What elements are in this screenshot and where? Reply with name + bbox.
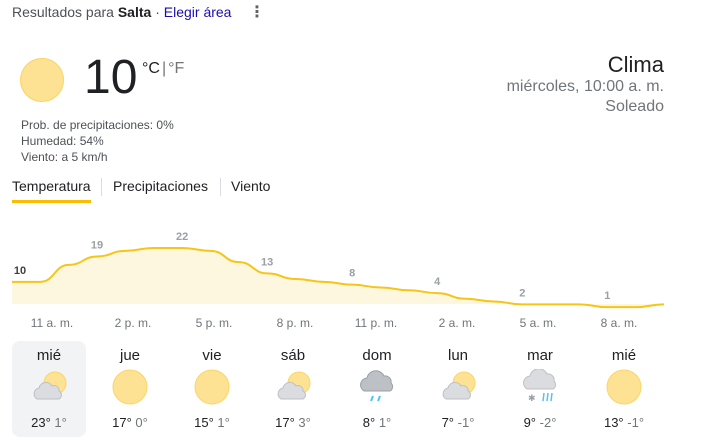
day-high: 23° bbox=[31, 415, 51, 430]
chart-value-label: 13 bbox=[261, 256, 273, 268]
day-name: mié bbox=[36, 347, 62, 364]
partly-cloudy-icon bbox=[440, 369, 476, 405]
current-temperature: 10 bbox=[84, 51, 138, 104]
day-name: lun bbox=[447, 347, 469, 364]
day-high: 17° bbox=[275, 415, 295, 430]
day-low: 1° bbox=[378, 415, 392, 430]
day-temps: 23° 1° bbox=[12, 415, 86, 430]
wind-speed: Viento: a 5 km/h bbox=[21, 150, 108, 164]
chart-value-label: 4 bbox=[434, 276, 441, 288]
day-temps: 17° 0° bbox=[93, 415, 167, 430]
tab-divider bbox=[101, 178, 102, 196]
day-low: -1° bbox=[457, 415, 475, 430]
sun-icon bbox=[112, 369, 148, 405]
day-card-0[interactable]: mié 23° 1° bbox=[12, 341, 86, 437]
day-temps: 15° 1° bbox=[175, 415, 249, 430]
partly-cloudy-icon bbox=[275, 369, 311, 405]
day-low: 1° bbox=[217, 415, 230, 430]
day-name: jue bbox=[119, 347, 141, 364]
day-name: mar bbox=[527, 347, 553, 364]
day-card-2[interactable]: vie 15° 1° bbox=[175, 341, 249, 437]
svg-text:✱: ✱ bbox=[528, 393, 536, 403]
day-high: 15° bbox=[194, 415, 214, 430]
temperature-area bbox=[12, 248, 664, 308]
time-tick-label: 11 p. m. bbox=[354, 316, 398, 330]
tab-divider bbox=[220, 178, 221, 196]
day-temps: 13° -1° bbox=[587, 415, 661, 430]
day-name: vie bbox=[202, 347, 222, 364]
location-name: Salta bbox=[117, 4, 152, 20]
time-tick-label: 2 a. m. bbox=[438, 316, 476, 330]
day-high: 8° bbox=[362, 415, 376, 430]
tab-temperature[interactable]: Temperatura bbox=[12, 178, 91, 203]
partly-cloudy-icon bbox=[31, 369, 67, 405]
precipitation-probability: Prob. de precipitaciones: 0% bbox=[21, 118, 174, 132]
rain-icon bbox=[359, 369, 395, 405]
day-card-3[interactable]: sáb 17° 3° bbox=[256, 341, 330, 437]
day-high: 17° bbox=[112, 415, 132, 430]
time-tick-label: 8 a. m. bbox=[600, 316, 638, 330]
choose-area-link[interactable]: Elegir área bbox=[164, 4, 232, 20]
day-card-7[interactable]: mié 13° -1° bbox=[587, 341, 661, 437]
time-tick-label: 11 a. m. bbox=[30, 316, 74, 330]
day-high: 9° bbox=[523, 415, 537, 430]
day-low: -1° bbox=[627, 415, 645, 430]
results-header: Resultados para Salta · Elegir área bbox=[12, 4, 231, 20]
humidity: Humedad: 54% bbox=[21, 134, 104, 148]
current-datetime: miércoles, 10:00 a. m. bbox=[506, 78, 664, 95]
unit-fahrenheit-button[interactable]: °F bbox=[168, 60, 184, 77]
day-name: mié bbox=[611, 347, 637, 364]
day-card-6[interactable]: mar ✱ 9° -2° bbox=[503, 341, 577, 437]
sun-icon bbox=[606, 369, 642, 405]
chart-value-label: 19 bbox=[91, 239, 103, 251]
day-name: dom bbox=[362, 347, 392, 364]
day-temps: 7° -1° bbox=[421, 415, 495, 430]
sun-icon bbox=[20, 58, 64, 102]
day-card-1[interactable]: jue 17° 0° bbox=[93, 341, 167, 437]
time-tick-label: 5 a. m. bbox=[519, 316, 557, 330]
day-temps: 8° 1° bbox=[340, 415, 414, 430]
time-tick-label: 5 p. m. bbox=[195, 316, 233, 330]
day-low: 3° bbox=[298, 415, 311, 430]
separator: · bbox=[155, 4, 160, 20]
time-tick-label: 2 p. m. bbox=[114, 316, 152, 330]
unit-toggle: °C | °F bbox=[142, 60, 184, 78]
weather-title: Clima bbox=[607, 52, 664, 77]
results-prefix: Resultados para bbox=[12, 4, 114, 20]
current-condition: Soleado bbox=[605, 98, 664, 115]
chart-value-label: 2 bbox=[519, 287, 525, 299]
day-card-4[interactable]: dom 8° 1° bbox=[340, 341, 414, 437]
snow-rain-icon: ✱ bbox=[522, 368, 558, 405]
time-tick-label: 8 p. m. bbox=[276, 316, 314, 330]
tab-precipitation[interactable]: Precipitaciones bbox=[113, 178, 208, 200]
day-temps: 9° -2° bbox=[503, 415, 577, 430]
unit-celsius-button[interactable]: °C bbox=[142, 60, 160, 77]
day-high: 13° bbox=[603, 415, 624, 430]
day-name: sáb bbox=[280, 347, 306, 364]
day-low: 1° bbox=[54, 415, 67, 430]
day-low: -2° bbox=[539, 415, 557, 430]
chart-value-label: 8 bbox=[349, 268, 355, 280]
chart-value-label: 1 bbox=[604, 290, 610, 302]
tab-wind[interactable]: Viento bbox=[231, 178, 270, 200]
day-temps: 17° 3° bbox=[256, 415, 330, 430]
day-card-5[interactable]: lun 7° -1° bbox=[421, 341, 495, 437]
unit-separator: | bbox=[161, 60, 167, 77]
chart-value-label: 10 bbox=[14, 265, 26, 277]
day-low: 0° bbox=[135, 415, 148, 430]
more-vert-icon[interactable]: ⋮ bbox=[249, 2, 265, 22]
sun-icon bbox=[194, 369, 230, 405]
chart-value-label: 22 bbox=[176, 231, 188, 243]
day-high: 7° bbox=[441, 415, 455, 430]
